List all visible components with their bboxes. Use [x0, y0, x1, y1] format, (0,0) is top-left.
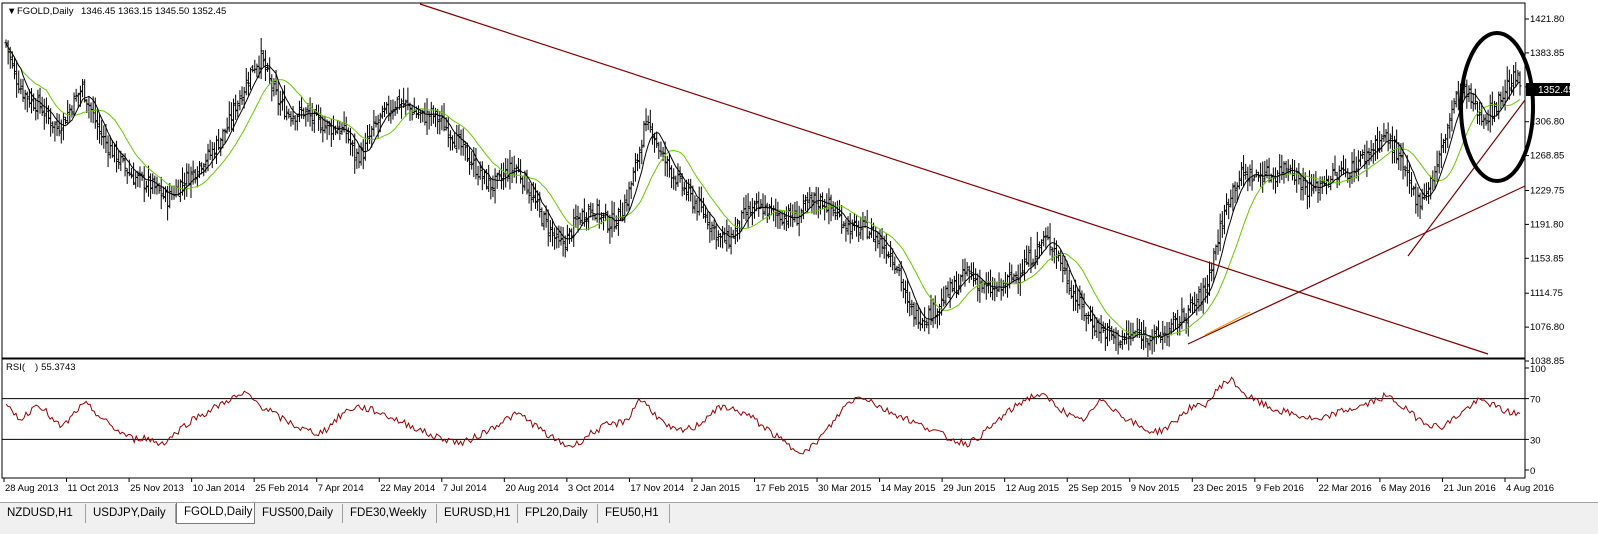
price-panel: ▼ FGOLD,Daily 1346.45 1363.15 1345.50 13… — [1, 2, 1575, 367]
rsi-panel-frame — [1, 358, 1526, 479]
rsi-axis-label: 30 — [1530, 435, 1541, 446]
rsi-axis-label: 100 — [1530, 364, 1546, 375]
time-axis-label: 7 Jul 2014 — [443, 483, 487, 494]
rsi-axis-label: 0 — [1530, 466, 1535, 477]
chart-symbol-label: FGOLD,Daily — [17, 6, 74, 17]
time-axis-label: 21 Jun 2016 — [1443, 483, 1495, 494]
time-axis-label: 6 May 2016 — [1381, 483, 1431, 494]
time-axis-label: 25 Nov 2013 — [130, 483, 184, 494]
rsi-label: RSI() 55.3743 — [6, 362, 76, 373]
tab-fgold-daily[interactable]: FGOLD,Daily — [176, 503, 255, 524]
time-axis-label: 23 Dec 2015 — [1193, 483, 1247, 494]
time-axis-label: 3 Oct 2014 — [568, 483, 614, 494]
tab-nzdusd-h1[interactable]: NZDUSD,H1 — [0, 504, 86, 523]
tab-usdjpy-daily[interactable]: USDJPY,Daily — [86, 504, 176, 523]
time-axis-label: 20 Aug 2014 — [505, 483, 558, 494]
time-axis-label: 4 Aug 2016 — [1506, 483, 1554, 494]
price-axis-label: 1076.80 — [1530, 322, 1564, 333]
rsi-panel: RSI() 55.3743 100 70 30 0 — [1, 358, 1546, 479]
price-axis-label: 1268.85 — [1530, 151, 1564, 162]
time-axis-label: 28 Aug 2013 — [5, 483, 58, 494]
ohlc-readout: 1346.45 1363.15 1345.50 1352.45 — [81, 6, 226, 17]
time-axis-label: 10 Jan 2014 — [193, 483, 245, 494]
time-axis-label: 9 Nov 2015 — [1131, 483, 1180, 494]
tab-fde30-weekly[interactable]: FDE30,Weekly — [343, 504, 437, 523]
price-axis-label: 1191.80 — [1530, 219, 1564, 230]
time-axis-label: 2 Jan 2015 — [693, 483, 740, 494]
price-axis-label: 1383.85 — [1530, 48, 1564, 59]
time-axis-label: 11 Oct 2013 — [68, 483, 119, 494]
time-axis-label: 29 Jun 2015 — [943, 483, 995, 494]
collapse-arrow-icon[interactable]: ▼ — [7, 6, 16, 17]
chart-tab-bar: NZDUSD,H1 USDJPY,Daily FGOLD,Daily FUS500,D… — [0, 502, 1598, 534]
price-axis-label: 1229.75 — [1530, 186, 1564, 197]
price-axis-label: 1306.80 — [1530, 117, 1564, 128]
price-axis-label: 1114.75 — [1530, 288, 1563, 299]
rsi-axis-label: 70 — [1530, 395, 1541, 406]
chart-canvas: ▼ FGOLD,Daily 1346.45 1363.15 1345.50 13… — [0, 0, 1598, 502]
time-axis-label: 9 Feb 2016 — [1256, 483, 1304, 494]
time-axis-label: 22 May 2014 — [380, 483, 435, 494]
time-axis-label: 17 Nov 2014 — [630, 483, 684, 494]
tab-fus500-daily[interactable]: FUS500,Daily — [255, 504, 343, 523]
tab-feu50-h1[interactable]: FEU50,H1 — [598, 504, 670, 523]
price-axis-label: 1421.80 — [1530, 14, 1564, 25]
time-axis-label: 30 Mar 2015 — [818, 483, 871, 494]
time-axis-label: 17 Feb 2015 — [756, 483, 809, 494]
time-axis-label: 22 Mar 2016 — [1318, 483, 1371, 494]
tab-fpl20-daily[interactable]: FPL20,Daily — [518, 504, 598, 523]
time-axis-label: 25 Sep 2015 — [1068, 483, 1122, 494]
time-axis-label: 14 May 2015 — [881, 483, 936, 494]
price-axis-label: 1153.85 — [1530, 253, 1564, 264]
current-price-label: 1352.45 — [1538, 85, 1575, 96]
time-axis-label: 12 Aug 2015 — [1006, 483, 1059, 494]
time-axis-label: 25 Feb 2014 — [255, 483, 308, 494]
tab-eurusd-h1[interactable]: EURUSD,H1 — [437, 504, 518, 523]
time-axis-label: 7 Apr 2014 — [318, 483, 364, 494]
